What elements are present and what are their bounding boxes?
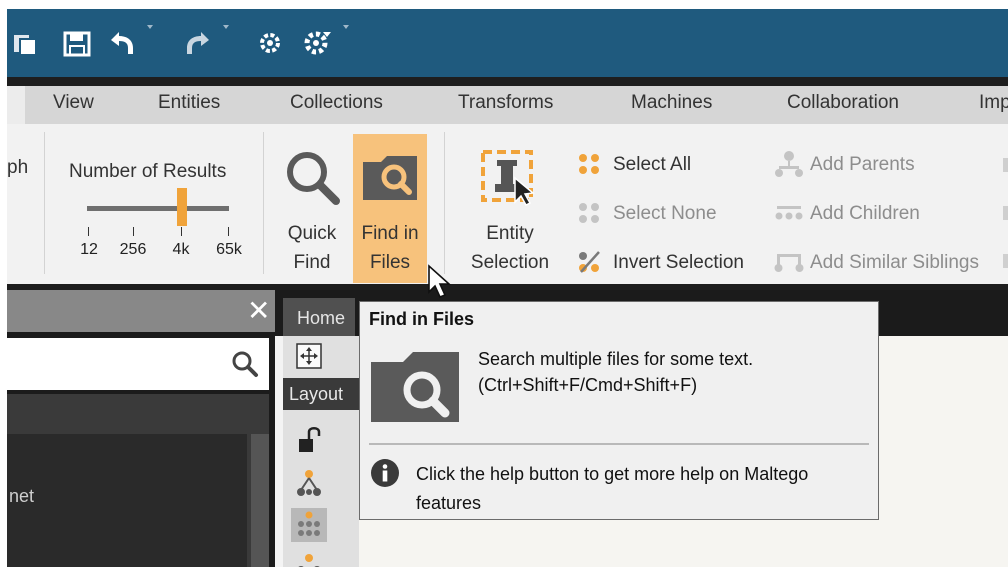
graph-toolstrip: Layout	[283, 336, 359, 567]
add-parents-icon	[775, 151, 803, 177]
magnifier-icon	[287, 152, 340, 205]
list-item[interactable]: net	[9, 486, 34, 507]
add-parents-label: Add Parents	[810, 154, 915, 175]
folder-search-icon	[363, 156, 417, 200]
tooltip-divider	[369, 443, 869, 445]
select-none-icon	[579, 203, 599, 223]
unlock-icon	[299, 427, 321, 452]
menu-collections[interactable]: Collections	[290, 86, 383, 124]
find-in-files-tooltip: Find in Files Search multiple files for …	[359, 301, 879, 520]
info-icon[interactable]	[370, 458, 400, 488]
quick-find-label-line1: Quick	[287, 223, 337, 244]
ribbon-overflow-icons	[1003, 154, 1008, 274]
window-icon[interactable]	[13, 32, 37, 56]
add-children-label: Add Children	[810, 203, 920, 224]
circular-layout-button[interactable]	[291, 550, 327, 567]
move-icon	[296, 343, 322, 369]
ribbon: ph Number of Results 12 256 4k 65k Quick…	[7, 124, 1008, 284]
slider-tick	[181, 227, 182, 236]
panel-search-input[interactable]	[7, 338, 269, 390]
tree-layout-icon	[298, 511, 320, 536]
menu-import[interactable]: Imp	[979, 86, 1008, 124]
pan-button[interactable]	[291, 340, 327, 374]
ribbon-separator	[444, 132, 445, 274]
find-in-files-label-line2: Files	[369, 252, 411, 273]
slider-tick	[133, 227, 134, 236]
layout-lock-button[interactable]	[291, 424, 327, 458]
select-all-label: Select All	[613, 154, 692, 175]
menu-transforms[interactable]: Transforms	[458, 86, 553, 124]
close-panel-button[interactable]: ✕	[247, 294, 270, 328]
block-layout-button[interactable]	[291, 466, 327, 500]
add-similar-siblings-label: Add Similar Siblings	[810, 252, 979, 273]
tooltip-help-text: Click the help button to get more help o…	[416, 464, 809, 513]
number-of-results-slider-thumb[interactable]	[177, 188, 187, 226]
undo-icon[interactable]	[107, 30, 137, 58]
quick-access-toolbar	[7, 9, 1008, 77]
ribbon-separator	[263, 132, 264, 274]
folder-search-icon	[371, 352, 459, 422]
select-none-label: Select None	[613, 203, 717, 224]
maltego-window: View Entities Collections Transforms Mac…	[7, 9, 1008, 567]
menu-bar-left-tab[interactable]	[7, 86, 25, 124]
qat-customize-dropdown-icon[interactable]	[343, 25, 349, 29]
mouse-cursor-icon	[428, 264, 452, 299]
palette-list: net	[7, 394, 269, 567]
settings-dropdown-icon[interactable]	[303, 28, 333, 58]
slider-tick-label: 12	[80, 241, 98, 258]
slider-tick	[228, 227, 229, 236]
title-bar-border	[7, 77, 1008, 86]
select-all-icon	[579, 154, 599, 174]
find-in-files-button[interactable]: Find in Files	[353, 134, 427, 283]
palette-scrollbar[interactable]	[251, 434, 269, 567]
slider-tick-label: 65k	[216, 241, 242, 258]
hierarchical-layout-button[interactable]	[291, 508, 327, 542]
find-in-files-label-line1: Find in	[361, 223, 419, 244]
tab-home[interactable]: Home	[283, 298, 355, 336]
redo-dropdown-icon[interactable]	[223, 25, 229, 29]
search-icon[interactable]	[231, 350, 259, 378]
slider-tick-label: 4k	[172, 241, 190, 258]
tooltip-description: Search multiple files for some text. (Ct…	[478, 346, 753, 398]
layout-section-label: Layout	[283, 378, 359, 410]
left-panel: ✕ net	[7, 290, 275, 567]
invert-selection-label: Invert Selection	[613, 252, 744, 273]
redo-icon[interactable]	[183, 30, 213, 58]
slider-tick	[88, 227, 89, 236]
entity-selection-label-line1: Entity	[486, 223, 534, 244]
add-similar-siblings-icon	[774, 254, 804, 272]
tooltip-description-line1: Search multiple files for some text.	[478, 349, 754, 369]
panel-header: ✕	[7, 290, 275, 332]
undo-dropdown-icon[interactable]	[147, 25, 153, 29]
quick-find-label-line2: Find	[293, 252, 331, 273]
organic-layout-icon	[298, 554, 320, 567]
entity-selection-label-line2: Selection	[470, 252, 550, 273]
tooltip-title: Find in Files	[369, 309, 475, 329]
hierarchy-layout-icon	[297, 470, 321, 496]
menu-view[interactable]: View	[53, 86, 94, 124]
graph-group-label[interactable]: ph	[7, 157, 28, 179]
menu-collaboration[interactable]: Collaboration	[787, 86, 899, 124]
invert-selection-icon	[579, 251, 600, 273]
settings-icon[interactable]	[257, 30, 283, 56]
tab-home-label: Home	[297, 308, 346, 328]
number-of-results-slider[interactable]	[87, 206, 229, 211]
palette-list-body	[7, 434, 247, 567]
menu-entities[interactable]: Entities	[158, 86, 220, 124]
ribbon-separator	[44, 132, 45, 274]
entity-selection-icon	[481, 150, 535, 206]
tooltip-shortcut: (Ctrl+Shift+F/Cmd+Shift+F)	[478, 375, 698, 395]
save-icon[interactable]	[63, 31, 91, 57]
menu-bar: View Entities Collections Transforms Mac…	[7, 86, 1008, 124]
slider-tick-label: 256	[119, 241, 147, 258]
menu-machines[interactable]: Machines	[631, 86, 712, 124]
add-children-icon	[775, 206, 803, 220]
number-of-results-label: Number of Results	[69, 161, 227, 182]
